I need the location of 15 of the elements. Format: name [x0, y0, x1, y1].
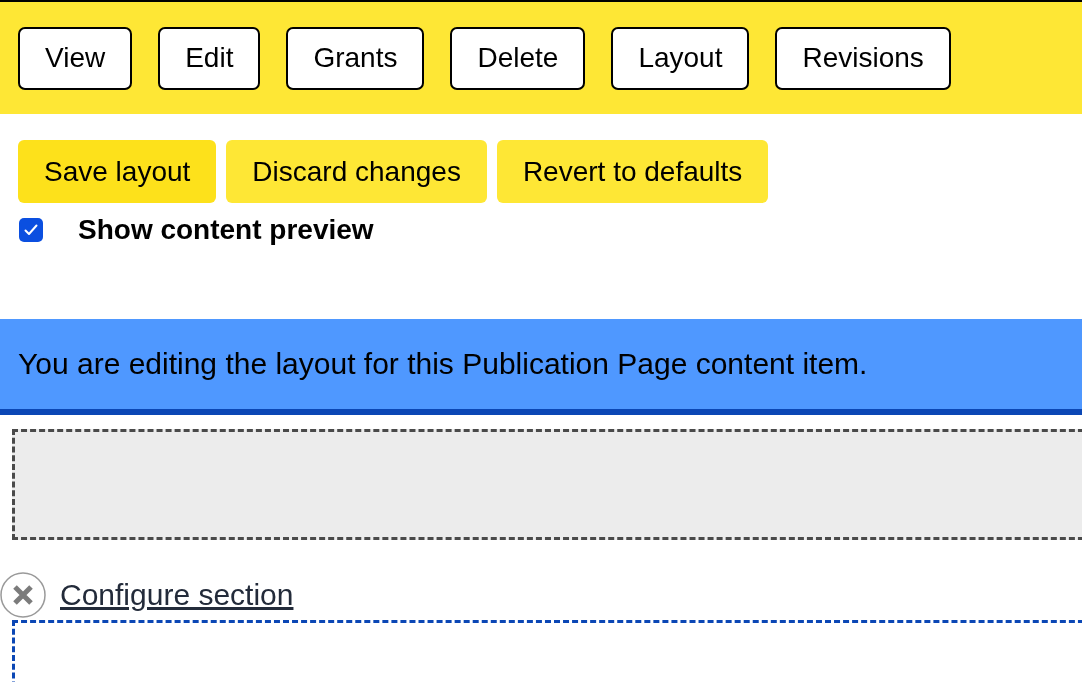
action-button[interactable]: Discard changes: [226, 140, 487, 203]
tab[interactable]: Revisions: [775, 26, 951, 90]
tab[interactable]: Grants: [286, 26, 425, 90]
tab[interactable]: Layout: [611, 26, 750, 90]
tab[interactable]: Edit: [158, 26, 261, 90]
close-icon[interactable]: [0, 572, 46, 618]
check-icon: [24, 224, 38, 236]
action-button[interactable]: Revert to defaults: [496, 140, 769, 203]
configure-section-link[interactable]: Configure section: [60, 580, 294, 610]
checkbox-label: Show content preview: [78, 216, 374, 244]
tab[interactable]: Delete: [450, 26, 586, 90]
action-button[interactable]: Save layout: [18, 140, 217, 203]
checkbox[interactable]: [19, 218, 43, 242]
banner-text: You are editing the layout for this Publication Page content item.: [18, 349, 868, 379]
tab[interactable]: View: [18, 26, 133, 90]
